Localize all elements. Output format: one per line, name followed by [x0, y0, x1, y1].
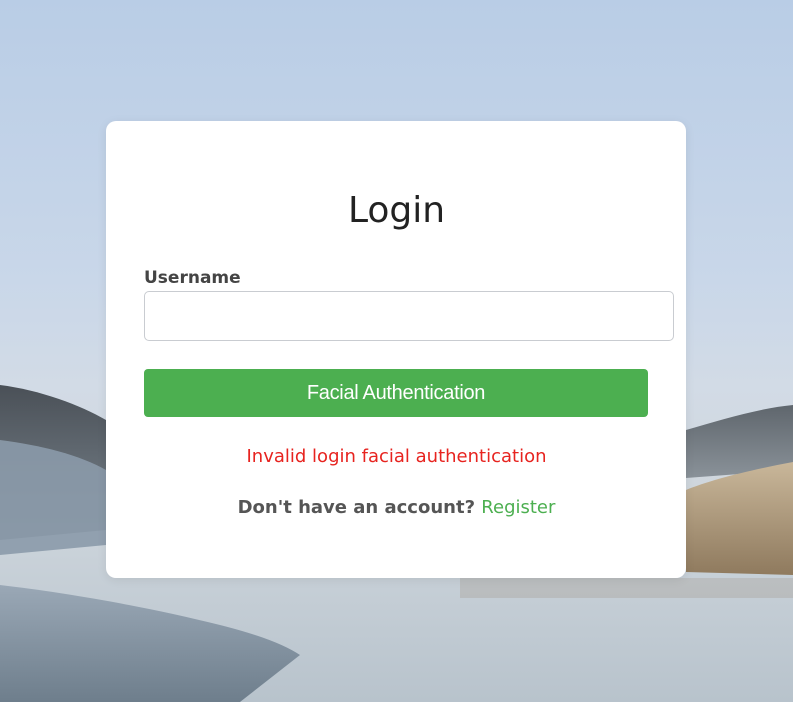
page: Login Username Facial Authentication Inv… — [0, 0, 793, 702]
error-message: Invalid login facial authentication — [246, 446, 547, 467]
register-prompt-line: Don't have an account? Register — [0, 497, 793, 518]
register-prompt-text: Don't have an account? — [237, 497, 476, 518]
page-title: Login — [347, 190, 446, 231]
username-input[interactable] — [144, 291, 674, 341]
username-label: Username — [144, 268, 241, 288]
register-link[interactable]: Register — [481, 497, 555, 518]
facial-authentication-button[interactable]: Facial Authentication — [144, 369, 648, 417]
